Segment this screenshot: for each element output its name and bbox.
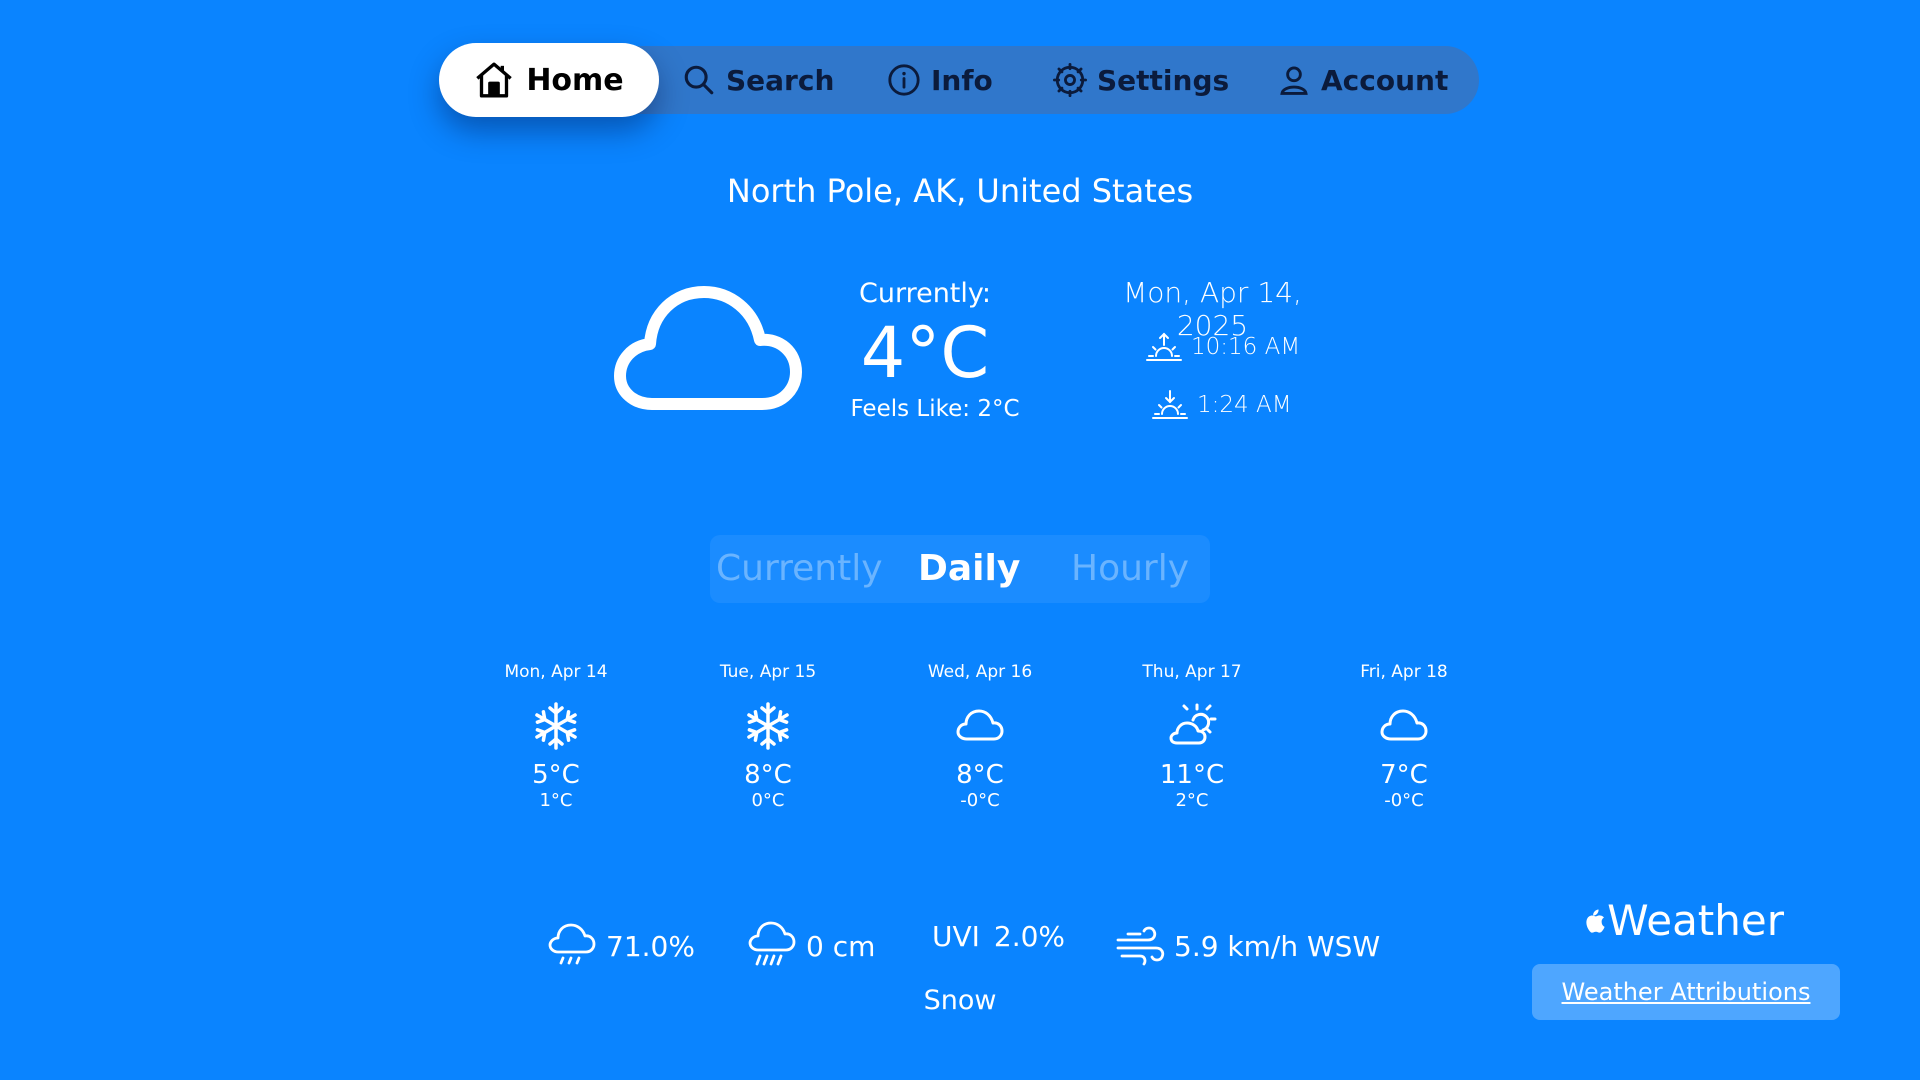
forecast-high: 8°C bbox=[744, 760, 792, 790]
nav-search[interactable]: Search bbox=[682, 46, 834, 114]
forecast-day: Tue, Apr 15 8°C 0°C bbox=[678, 662, 858, 811]
forecast-high: 7°C bbox=[1380, 760, 1428, 790]
precip-chance-value: 71.0% bbox=[606, 929, 695, 963]
forecast-day: Mon, Apr 14 5°C 1°C bbox=[466, 662, 646, 811]
wind-value: 5.9 km/h WSW bbox=[1174, 929, 1381, 963]
info-icon bbox=[888, 64, 920, 96]
forecast-high: 8°C bbox=[956, 760, 1004, 790]
nav-info[interactable]: Info bbox=[887, 46, 993, 114]
cloud-icon bbox=[614, 286, 802, 410]
forecast-low: -0°C bbox=[1384, 790, 1424, 811]
precip-amount-value: 0 cm bbox=[806, 929, 876, 963]
snowflake-icon bbox=[747, 702, 789, 750]
house-icon bbox=[476, 62, 513, 98]
forecast-day: Wed, Apr 16 8°C -0°C bbox=[890, 662, 1070, 811]
apple-logo-icon bbox=[1586, 909, 1605, 933]
forecast-high: 11°C bbox=[1159, 760, 1225, 790]
sunrise-row: 10:16 AM bbox=[1145, 330, 1300, 364]
forecast-high: 5°C bbox=[532, 760, 580, 790]
weather-attributions-link[interactable]: Weather Attributions bbox=[1532, 964, 1840, 1020]
nav-home-label: Home bbox=[526, 62, 624, 98]
person-icon bbox=[1280, 66, 1308, 95]
tab-daily[interactable]: Daily bbox=[918, 535, 1020, 603]
weather-logo-text: Weather bbox=[1607, 896, 1784, 945]
search-icon bbox=[684, 65, 714, 95]
uvi-stat: UVI 2.0% bbox=[932, 920, 1065, 953]
nav-settings-label: Settings bbox=[1097, 63, 1230, 97]
nav-account-label: Account bbox=[1321, 63, 1449, 97]
sunset-time: 1:24 AM bbox=[1197, 392, 1292, 418]
snowflake-icon bbox=[535, 702, 577, 750]
sunset-icon bbox=[1152, 390, 1188, 419]
weather-logo: Weather bbox=[1584, 896, 1784, 945]
feels-like: Feels Like: 2°C bbox=[850, 396, 1020, 422]
uvi-label: UVI bbox=[932, 920, 980, 953]
nav-home[interactable]: Home bbox=[439, 43, 659, 117]
precip-amount-stat: 0 cm bbox=[746, 920, 875, 972]
precip-chance-stat: 71.0% bbox=[546, 920, 695, 972]
sunset-row: 1:24 AM bbox=[1151, 388, 1292, 422]
cloud-icon bbox=[956, 709, 1004, 741]
cloud-icon bbox=[1380, 709, 1428, 741]
uvi-value: 2.0% bbox=[993, 920, 1066, 953]
location-title: North Pole, AK, United States bbox=[726, 172, 1194, 210]
current-label: Currently: bbox=[858, 278, 992, 309]
cloud-rain-icon bbox=[548, 923, 596, 965]
sunrise-time: 10:16 AM bbox=[1191, 334, 1301, 360]
forecast-low: 1°C bbox=[539, 790, 573, 811]
nav-settings[interactable]: Settings bbox=[1053, 46, 1229, 114]
forecast-date: Mon, Apr 14 bbox=[504, 662, 608, 682]
forecast-day: Thu, Apr 17 11°C 2°C bbox=[1102, 662, 1282, 811]
forecast-low: 2°C bbox=[1175, 790, 1209, 811]
nav-info-label: Info bbox=[931, 63, 993, 97]
tab-hourly[interactable]: Hourly bbox=[1071, 535, 1189, 603]
nav-account[interactable]: Account bbox=[1277, 46, 1448, 114]
forecast-date: Thu, Apr 17 bbox=[1142, 662, 1242, 682]
wind-icon bbox=[1116, 926, 1165, 966]
forecast-date: Fri, Apr 18 bbox=[1360, 662, 1448, 682]
forecast-day: Fri, Apr 18 7°C -0°C bbox=[1314, 662, 1494, 811]
tab-currently[interactable]: Currently bbox=[716, 535, 883, 603]
nav-search-label: Search bbox=[726, 63, 835, 97]
forecast-date: Wed, Apr 16 bbox=[927, 662, 1033, 682]
wind-stat: 5.9 km/h WSW bbox=[1114, 920, 1380, 972]
forecast-low: -0°C bbox=[960, 790, 1000, 811]
cloud-heavy-rain-icon bbox=[748, 921, 796, 966]
current-temperature: 4°C bbox=[860, 312, 990, 394]
forecast-date: Tue, Apr 15 bbox=[719, 662, 817, 682]
forecast-low: 0°C bbox=[751, 790, 785, 811]
gear-icon bbox=[1053, 63, 1087, 97]
sunrise-icon bbox=[1146, 332, 1182, 361]
view-tabs: Currently Daily Hourly bbox=[710, 535, 1210, 603]
partly-sunny-icon bbox=[1169, 703, 1217, 745]
